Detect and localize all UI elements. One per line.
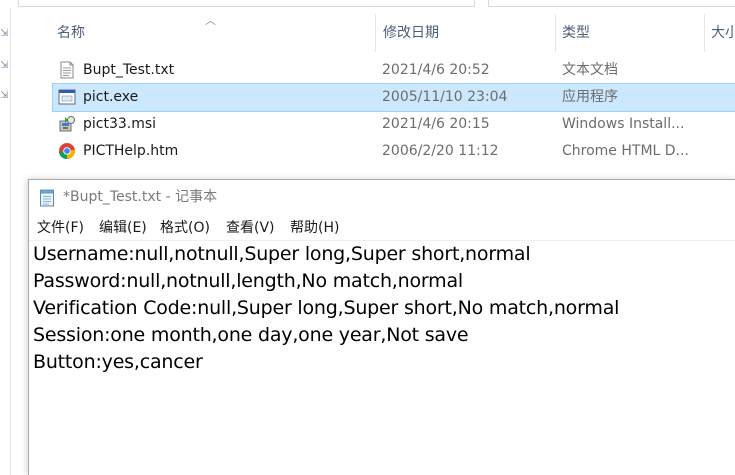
explorer-address-strip [0,0,735,8]
file-row[interactable]: PICTHelp.htm 2006/2/20 11:12 Chrome HTML… [53,138,735,165]
file-name: pict.exe [83,89,139,105]
menu-file[interactable]: 文件(F) [37,216,84,240]
notepad-titlebar[interactable]: *Bupt_Test.txt - 记事本 [29,180,735,215]
notepad-icon [40,189,54,207]
screen: ⇲ ⇲ ⇲ ︿ 名称 修改日期 类型 大小 Bupt_Test.txt 2021… [0,0,735,475]
menu-view[interactable]: 查看(V) [226,216,275,240]
file-name: Bupt_Test.txt [83,62,175,78]
file-row[interactable]: pict33.msi 2021/4/6 20:15 Windows Instal… [53,111,735,138]
column-header-date[interactable]: 修改日期 [383,14,548,52]
address-bar[interactable] [18,0,475,7]
column-header-name[interactable]: 名称 [57,14,367,52]
column-header-type[interactable]: 类型 [562,14,697,52]
text-editor-area[interactable]: Username:null,notnull,Super long,Super s… [29,241,735,475]
file-date: 2021/4/6 20:15 [382,116,490,132]
file-type: Windows Install... [562,116,685,132]
exe-file-icon [58,89,76,105]
pin-icon[interactable]: ⇲ [0,28,8,40]
menu-help[interactable]: 帮助(H) [290,216,339,240]
file-date: 2006/2/20 11:12 [382,143,499,159]
column-separator[interactable] [555,14,556,52]
pane-divider [10,8,11,475]
file-type: 文本文档 [562,62,618,78]
text-line: Verification Code:null,Super long,Super … [33,297,620,319]
column-separator[interactable] [375,14,376,52]
text-line: Session:one month,one day,one year,Not s… [33,324,469,346]
pin-icon[interactable]: ⇲ [0,60,8,72]
text-line: Username:null,notnull,Super long,Super s… [33,243,531,265]
file-type: Chrome HTML D... [562,143,689,159]
column-separator[interactable] [704,14,705,52]
file-name: pict33.msi [83,116,157,132]
navigation-pane: ⇲ ⇲ ⇲ [0,8,10,475]
search-box[interactable] [488,0,735,7]
msi-installer-icon [59,116,75,132]
file-date: 2021/4/6 20:52 [382,62,490,78]
chrome-icon [59,143,76,160]
window-title: *Bupt_Test.txt - 记事本 [63,189,218,205]
text-line: Password:null,notnull,length,No match,no… [33,270,464,292]
menu-format[interactable]: 格式(O) [160,216,210,240]
file-type: 应用程序 [562,89,618,105]
text-line: Button:yes,cancer [33,351,203,373]
menu-edit[interactable]: 编辑(E) [99,216,147,240]
notepad-window[interactable]: *Bupt_Test.txt - 记事本 文件(F) 编辑(E) 格式(O) 查… [28,179,735,475]
pin-icon[interactable]: ⇲ [0,90,8,102]
column-header-size[interactable]: 大小 [711,14,735,52]
menu-bar: 文件(F) 编辑(E) 格式(O) 查看(V) 帮助(H) [29,216,735,240]
file-row[interactable]: pict.exe 2005/11/10 23:04 应用程序 [52,83,735,112]
file-date: 2005/11/10 23:04 [382,89,508,105]
text-file-icon [60,61,74,79]
file-name: PICTHelp.htm [83,143,179,159]
file-row[interactable]: Bupt_Test.txt 2021/4/6 20:52 文本文档 [53,57,735,84]
